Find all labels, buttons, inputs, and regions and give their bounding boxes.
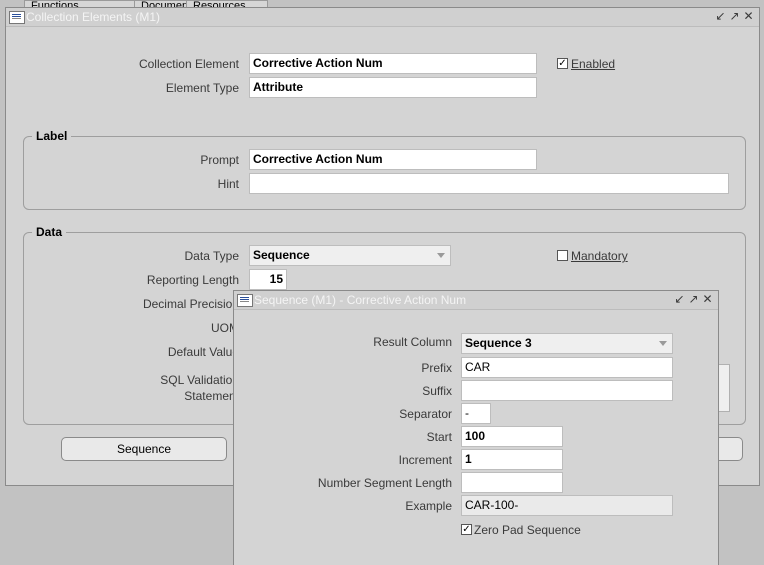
- separator-field[interactable]: -: [461, 403, 491, 424]
- minimize-icon[interactable]: ↙: [673, 292, 686, 307]
- sql-validation-label-line1: SQL Validation: [160, 373, 239, 387]
- uom-label: UOM: [211, 321, 239, 335]
- mandatory-label: Mandatory: [571, 249, 628, 263]
- example-field: CAR-100-: [461, 495, 673, 516]
- minimize-icon[interactable]: ↙: [714, 9, 727, 24]
- result-column-label: Result Column: [373, 335, 452, 349]
- maximize-icon[interactable]: ↗: [687, 292, 700, 307]
- suffix-field[interactable]: [461, 380, 673, 401]
- oracle-forms-icon: [9, 11, 25, 24]
- result-column-dropdown[interactable]: Sequence 3: [461, 333, 673, 354]
- reporting-length-label: Reporting Length: [146, 273, 239, 287]
- collection-element-label: Collection Element: [138, 57, 239, 71]
- number-segment-length-field[interactable]: [461, 472, 563, 493]
- element-type-field[interactable]: Attribute: [249, 77, 537, 98]
- hint-field[interactable]: [249, 173, 729, 194]
- data-type-label: Data Type: [184, 249, 239, 263]
- close-icon[interactable]: ✕: [701, 292, 714, 307]
- maximize-icon[interactable]: ↗: [728, 9, 741, 24]
- data-type-dropdown[interactable]: Sequence: [249, 245, 451, 266]
- prompt-label: Prompt: [200, 153, 239, 167]
- number-segment-length-label: Number Segment Length: [317, 476, 452, 490]
- data-type-value: Sequence: [253, 248, 310, 262]
- data-group-title: Data: [32, 224, 67, 240]
- increment-field[interactable]: 1: [461, 449, 563, 470]
- hint-label: Hint: [217, 177, 239, 191]
- result-column-value: Sequence 3: [465, 336, 532, 350]
- window-title: Collection Elements (M1): [26, 10, 161, 24]
- mandatory-checkbox[interactable]: [557, 250, 568, 261]
- chevron-down-icon: [437, 253, 445, 258]
- example-label: Example: [405, 499, 452, 513]
- sequence-button[interactable]: Sequence: [61, 437, 227, 461]
- increment-label: Increment: [398, 453, 452, 467]
- enabled-label: Enabled: [571, 57, 616, 71]
- start-field[interactable]: 100: [461, 426, 563, 447]
- prefix-field[interactable]: CAR: [461, 357, 673, 378]
- sql-statement-scrollbar[interactable]: [718, 364, 730, 412]
- collection-element-field[interactable]: Corrective Action Num: [249, 53, 537, 74]
- default-value-label: Default Value: [167, 345, 239, 359]
- decimal-precision-label: Decimal Precision: [142, 297, 239, 311]
- prompt-field[interactable]: Corrective Action Num: [249, 149, 537, 170]
- chevron-down-icon: [659, 341, 667, 346]
- enabled-checkbox[interactable]: ✓: [557, 58, 568, 69]
- suffix-label: Suffix: [422, 384, 452, 398]
- reporting-length-field[interactable]: 15: [249, 269, 287, 290]
- label-group-title: Label: [32, 128, 72, 144]
- element-type-label: Element Type: [165, 81, 239, 95]
- sequence-titlebar[interactable]: Sequence (M1) - Corrective Action Num ↙ …: [234, 291, 718, 310]
- start-label: Start: [426, 430, 452, 444]
- sequence-window-title: Sequence (M1) - Corrective Action Num: [254, 293, 467, 307]
- oracle-forms-icon: [237, 294, 253, 307]
- collection-elements-titlebar[interactable]: Collection Elements (M1) ↙ ↗ ✕: [6, 8, 759, 27]
- zero-pad-sequence-label: Zero Pad Sequence: [474, 523, 581, 537]
- zero-pad-sequence-checkbox[interactable]: ✓: [461, 524, 472, 535]
- prefix-label: Prefix: [421, 361, 452, 375]
- separator-label: Separator: [399, 407, 452, 421]
- close-icon[interactable]: ✕: [742, 9, 755, 24]
- sequence-window: Sequence (M1) - Corrective Action Num ↙ …: [233, 290, 719, 565]
- sql-validation-label-line2: Statement: [184, 389, 239, 403]
